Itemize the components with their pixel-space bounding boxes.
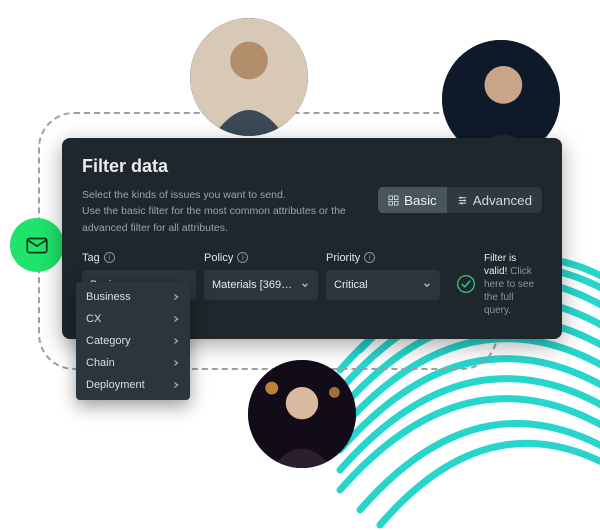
mode-advanced-button[interactable]: Advanced xyxy=(447,187,542,213)
priority-select[interactable]: Critical xyxy=(326,270,440,300)
panel-title: Filter data xyxy=(82,156,542,177)
check-circle-icon xyxy=(456,274,476,294)
chevron-right-icon xyxy=(172,381,180,389)
priority-label-text: Priority xyxy=(326,252,360,264)
tag-option-label: Category xyxy=(86,335,131,347)
mail-badge xyxy=(10,218,64,272)
info-icon[interactable]: i xyxy=(104,252,115,263)
tag-option-label: CX xyxy=(86,313,101,325)
chevron-down-icon xyxy=(300,280,310,290)
subhead-line-2: Use the basic filter for the most common… xyxy=(82,205,346,233)
info-icon[interactable]: i xyxy=(237,252,248,263)
mode-advanced-label: Advanced xyxy=(473,193,532,208)
field-policy: Policy i Materials [369… xyxy=(204,252,318,317)
tag-option-label: Deployment xyxy=(86,379,145,391)
policy-select[interactable]: Materials [369… xyxy=(204,270,318,300)
policy-label: Policy i xyxy=(204,252,318,264)
grid-icon xyxy=(388,195,399,206)
field-priority: Priority i Critical xyxy=(326,252,440,317)
validity-text: Filter is valid! Click here to see the f… xyxy=(484,252,542,317)
avatar-3 xyxy=(248,360,356,468)
tag-option[interactable]: Category xyxy=(76,330,190,352)
tag-option[interactable]: CX xyxy=(76,308,190,330)
policy-label-text: Policy xyxy=(204,252,233,264)
priority-value: Critical xyxy=(334,279,368,291)
policy-value: Materials [369… xyxy=(212,279,292,291)
info-icon[interactable]: i xyxy=(364,252,375,263)
chevron-right-icon xyxy=(172,337,180,345)
tag-dropdown: Business CX Category Chain Deployment xyxy=(76,282,190,400)
panel-subhead: Select the kinds of issues you want to s… xyxy=(82,187,364,236)
tag-option[interactable]: Chain xyxy=(76,352,190,374)
chevron-right-icon xyxy=(172,293,180,301)
mail-icon xyxy=(24,232,50,258)
chevron-right-icon xyxy=(172,315,180,323)
tag-option[interactable]: Business xyxy=(76,286,190,308)
avatar-1 xyxy=(190,18,308,136)
mode-basic-button[interactable]: Basic xyxy=(378,187,447,213)
tag-option-label: Chain xyxy=(86,357,115,369)
subhead-line-1: Select the kinds of issues you want to s… xyxy=(82,189,286,201)
tag-option[interactable]: Deployment xyxy=(76,374,190,396)
sliders-icon xyxy=(457,195,468,206)
mode-toggle: Basic Advanced xyxy=(378,187,542,213)
mode-basic-label: Basic xyxy=(404,193,437,208)
tag-label-text: Tag xyxy=(82,252,100,264)
tag-label: Tag i xyxy=(82,252,196,264)
chevron-right-icon xyxy=(172,359,180,367)
filter-validity[interactable]: Filter is valid! Click here to see the f… xyxy=(448,252,542,317)
chevron-down-icon xyxy=(422,280,432,290)
tag-option-label: Business xyxy=(86,291,131,303)
priority-label: Priority i xyxy=(326,252,440,264)
